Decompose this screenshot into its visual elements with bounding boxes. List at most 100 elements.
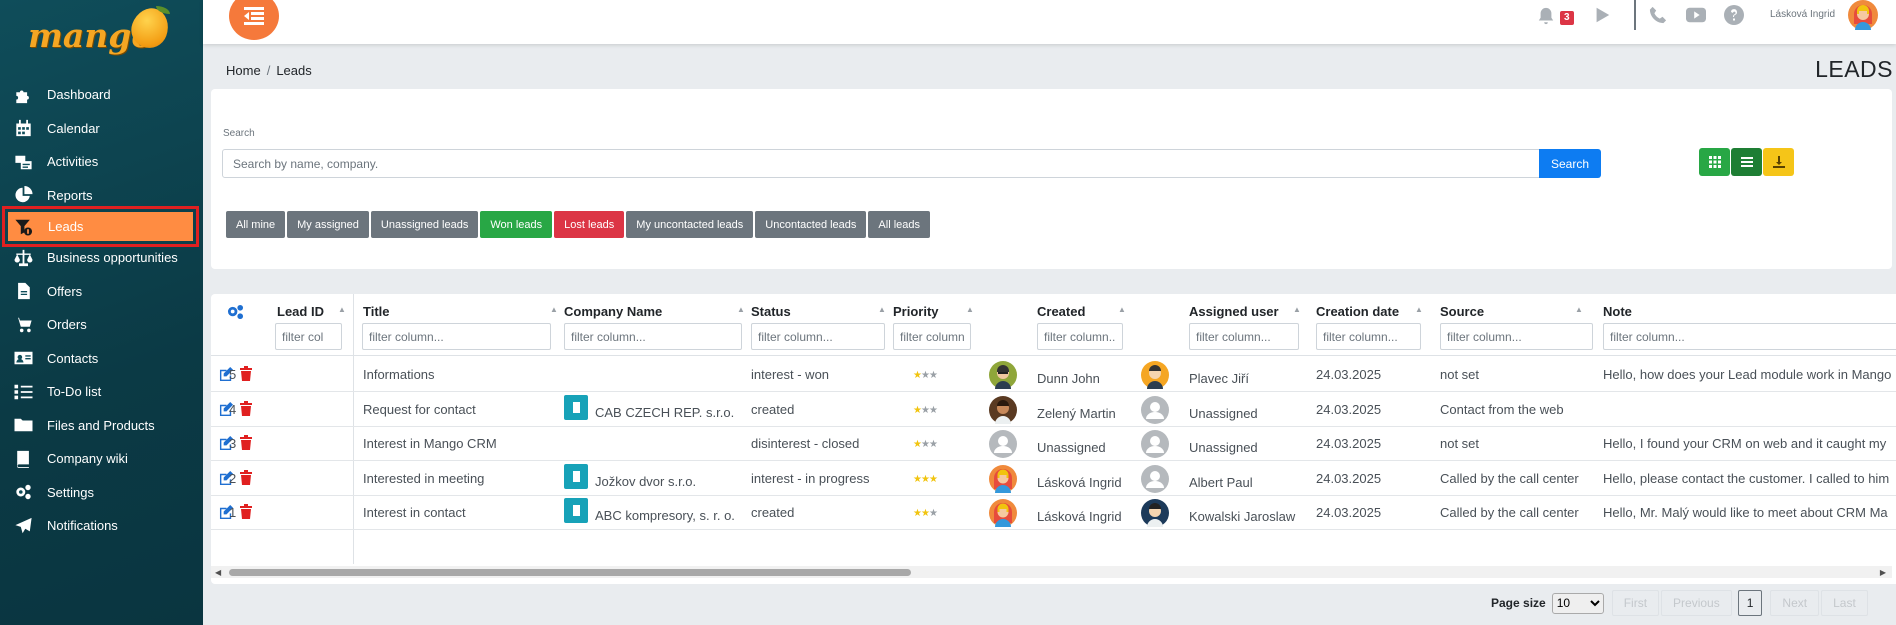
filter-assigned-user[interactable] [1189, 323, 1299, 350]
filter-unassigned-leads[interactable]: Unassigned leads [370, 211, 479, 238]
sidebar-item-settings[interactable]: Settings [0, 476, 203, 510]
priority-star-icon: ★ [913, 473, 922, 485]
col-header-assigned-user[interactable]: Assigned user ▲ [1189, 304, 1301, 319]
horizontal-scrollbar[interactable]: ◀ ▶ [211, 566, 1892, 578]
sidebar-item-activities[interactable]: Activities [0, 145, 203, 179]
cell-company[interactable]: ABC kompresory, s. r. o. [595, 508, 735, 523]
list-view-button[interactable] [1731, 148, 1762, 176]
play-icon[interactable] [1593, 6, 1611, 24]
phone-icon[interactable] [1649, 6, 1667, 24]
sort-icon[interactable]: ▲ [966, 305, 974, 314]
table-row[interactable]: 2 Interested in meeting Jožkov dvor s.r.o.… [211, 461, 1896, 496]
sort-icon[interactable]: ▲ [338, 305, 346, 314]
filter-my-assigned[interactable]: My assigned [287, 211, 369, 238]
breadcrumb-separator: / [266, 63, 271, 78]
sort-icon[interactable]: ▲ [1575, 305, 1583, 314]
sidebar-item-notifications[interactable]: Notifications [0, 509, 203, 543]
delete-icon[interactable] [240, 504, 252, 520]
cell-title: Interested in meeting [363, 470, 485, 486]
sidebar-item-label: Activities [47, 154, 99, 170]
mango-logo[interactable]: mango [28, 3, 178, 58]
sort-icon[interactable]: ▲ [1293, 305, 1301, 314]
sort-icon[interactable]: ▲ [1415, 305, 1423, 314]
table-row[interactable]: 3 Interest in Mango CRM disinterest - clos… [211, 426, 1896, 462]
breadcrumb-current: Leads [276, 63, 312, 78]
previous-page-button[interactable]: Previous [1661, 590, 1732, 616]
sidebar-item-dashboard[interactable]: Dashboard [0, 78, 203, 112]
sidebar-item-contacts[interactable]: Contacts [0, 342, 203, 376]
sort-icon[interactable]: ▲ [1118, 305, 1126, 314]
delete-icon[interactable] [240, 366, 252, 381]
sidebar-item-leads[interactable]: Leads [2, 206, 199, 247]
sidebar-item-business-opportunities[interactable]: Business opportunities [0, 241, 203, 275]
filter-company[interactable] [564, 323, 742, 350]
filter-created[interactable] [1037, 323, 1123, 350]
filter-status[interactable] [751, 323, 885, 350]
sidebar-item-todo[interactable]: To-Do list [0, 375, 203, 409]
filter-uncontacted-leads[interactable]: Uncontacted leads [755, 211, 867, 238]
bell-icon[interactable] [1537, 7, 1555, 25]
filter-lost-leads[interactable]: Lost leads [554, 211, 625, 238]
col-header-company[interactable]: Company Name ▲ [564, 304, 745, 319]
youtube-icon[interactable] [1686, 6, 1706, 24]
next-page-button[interactable]: Next [1770, 590, 1820, 616]
filter-my-uncontacted-leads[interactable]: My uncontacted leads [626, 211, 754, 238]
table-row[interactable]: 5 Informations interest - won ★★★ Dunn John P… [211, 357, 1896, 392]
sort-icon[interactable]: ▲ [550, 305, 558, 314]
current-page[interactable]: 1 [1737, 590, 1763, 616]
table-row[interactable]: 4 Request for contact CAB CZECH REP. s.r.o… [211, 392, 1896, 427]
filter-all-mine[interactable]: All mine [226, 211, 286, 238]
cell-company[interactable]: CAB CZECH REP. s.r.o. [595, 405, 734, 420]
col-header-title[interactable]: Title ▲ [363, 304, 558, 319]
sidebar-toggle-button[interactable] [229, 0, 279, 40]
cell-company[interactable]: Jožkov dvor s.r.o. [595, 474, 696, 489]
col-header-created[interactable]: Created ▲ [1037, 304, 1126, 319]
sidebar-item-label: Business opportunities [47, 250, 178, 266]
scroll-right-arrow[interactable]: ▶ [1880, 568, 1886, 577]
priority-stars: ★★★ [913, 473, 938, 485]
sidebar-item-offers[interactable]: Offers [0, 275, 203, 309]
filter-priority[interactable] [893, 323, 971, 350]
sort-icon[interactable]: ▲ [737, 305, 745, 314]
search-button[interactable]: Search [1539, 149, 1601, 178]
delete-icon[interactable] [240, 400, 252, 416]
scrollbar-thumb[interactable] [229, 569, 911, 576]
grid-view-button[interactable] [1699, 148, 1730, 176]
col-header-status[interactable]: Status ▲ [751, 304, 886, 319]
sidebar-item-wiki[interactable]: Company wiki [0, 442, 203, 476]
table-row[interactable]: 1 Interest in contact ABC kompresory, s. r… [211, 495, 1896, 531]
filter-lead-id[interactable] [275, 323, 342, 350]
delete-icon[interactable] [240, 435, 252, 451]
sidebar-item-orders[interactable]: Orders [0, 308, 203, 342]
filter-title[interactable] [362, 323, 551, 350]
breadcrumb-home[interactable]: Home [226, 63, 261, 78]
filter-won-leads[interactable]: Won leads [480, 211, 553, 238]
sidebar-item-calendar[interactable]: Calendar [0, 112, 203, 146]
sidebar-item-reports[interactable]: Reports [0, 179, 203, 213]
export-button[interactable] [1763, 148, 1794, 176]
filter-note[interactable] [1603, 323, 1896, 350]
help-icon[interactable] [1724, 5, 1744, 25]
col-header-creation-date[interactable]: Creation date ▲ [1316, 304, 1423, 319]
priority-star-icon: ★ [928, 404, 938, 416]
delete-icon[interactable] [240, 469, 252, 485]
col-header-source[interactable]: Source ▲ [1440, 304, 1583, 319]
page-size-select[interactable]: 10 [1551, 592, 1604, 614]
filter-all-leads[interactable]: All leads [868, 211, 930, 238]
first-page-button[interactable]: First [1611, 590, 1660, 616]
filter-source[interactable] [1440, 323, 1593, 350]
cell-created-by: Unassigned [1037, 440, 1106, 456]
column-settings-icon[interactable] [226, 304, 245, 320]
last-page-button[interactable]: Last [1821, 590, 1868, 616]
sidebar-item-files[interactable]: Files and Products [0, 409, 203, 443]
sort-icon[interactable]: ▲ [878, 305, 886, 314]
col-header-lead-id[interactable]: Lead ID ▲ [277, 304, 346, 319]
company-icon [564, 463, 588, 489]
user-avatar[interactable] [1848, 0, 1878, 30]
col-header-note[interactable]: Note [1603, 304, 1632, 319]
user-name[interactable]: Lásková Ingrid [1770, 9, 1835, 20]
col-header-priority[interactable]: Priority ▲ [893, 304, 974, 319]
search-input[interactable] [222, 149, 1551, 178]
scroll-left-arrow[interactable]: ◀ [215, 568, 221, 577]
filter-creation-date[interactable] [1316, 323, 1421, 350]
